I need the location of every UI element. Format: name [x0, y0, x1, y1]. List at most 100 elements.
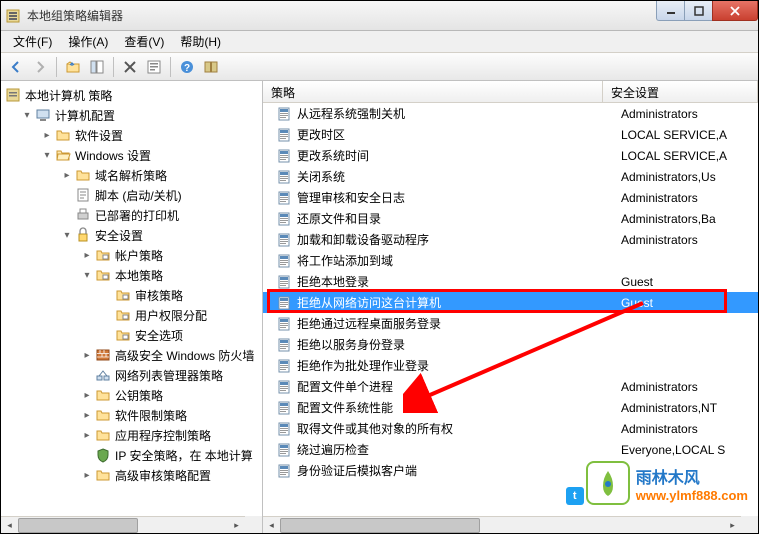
tree-label: 本地计算机 策略 — [25, 87, 112, 104]
expand-icon[interactable]: ▸ — [81, 470, 93, 481]
collapse-icon[interactable]: ▾ — [41, 150, 53, 161]
forward-button[interactable] — [29, 56, 51, 78]
tree-security-options[interactable]: 安全选项 — [1, 325, 262, 345]
properties-button[interactable] — [143, 56, 165, 78]
tree-label: 高级安全 Windows 防火墙 — [115, 347, 254, 364]
list-row[interactable]: 拒绝作为批处理作业登录 — [263, 355, 758, 376]
left-pane[interactable]: 本地计算机 策略 ▾ 计算机配置 ▸ 软件设置 ▾ Windows 设置 ▸ 域 — [1, 81, 263, 533]
policy-name: 还原文件和目录 — [297, 210, 613, 227]
expand-icon[interactable]: ▸ — [41, 130, 53, 141]
tree-computer-config[interactable]: ▾ 计算机配置 — [1, 105, 262, 125]
list-row[interactable]: 绕过遍历检查Everyone,LOCAL S — [263, 439, 758, 460]
tree-windows-settings[interactable]: ▾ Windows 设置 — [1, 145, 262, 165]
tree-network-list[interactable]: 网络列表管理器策略 — [1, 365, 262, 385]
delete-button[interactable] — [119, 56, 141, 78]
tree-app-control[interactable]: ▸ 应用程序控制策略 — [1, 425, 262, 445]
list-row[interactable]: 从远程系统强制关机Administrators — [263, 103, 758, 124]
policy-icon — [277, 442, 293, 458]
menu-view[interactable]: 查看(V) — [116, 31, 172, 52]
collapse-icon[interactable]: ▾ — [21, 110, 33, 121]
policy-name: 取得文件或其他对象的所有权 — [297, 420, 613, 437]
policy-name: 配置文件单个进程 — [297, 378, 613, 395]
expand-icon[interactable]: ▸ — [81, 410, 93, 421]
tree-label: 本地策略 — [115, 267, 163, 284]
list-row[interactable]: 拒绝本地登录Guest — [263, 271, 758, 292]
minimize-button[interactable] — [656, 1, 684, 21]
policy-name: 配置文件系统性能 — [297, 399, 613, 416]
collapse-icon[interactable]: ▾ — [61, 230, 73, 241]
tree-account-policies[interactable]: ▸ 帐户策略 — [1, 245, 262, 265]
policy-icon — [277, 316, 293, 332]
tree-software-restriction[interactable]: ▸ 软件限制策略 — [1, 405, 262, 425]
tree-advanced-firewall[interactable]: ▸ 高级安全 Windows 防火墙 — [1, 345, 262, 365]
expand-icon[interactable]: ▸ — [81, 350, 93, 361]
scroll-right-icon[interactable]: ▸ — [724, 517, 741, 534]
window-controls — [656, 1, 758, 21]
up-folder-button[interactable] — [62, 56, 84, 78]
column-setting[interactable]: 安全设置 — [603, 81, 758, 102]
expand-icon[interactable]: ▸ — [61, 170, 73, 181]
tree-software-settings[interactable]: ▸ 软件设置 — [1, 125, 262, 145]
scroll-right-icon[interactable]: ▸ — [228, 517, 245, 534]
list-row[interactable]: 还原文件和目录Administrators,Ba — [263, 208, 758, 229]
tree-security-settings[interactable]: ▾ 安全设置 — [1, 225, 262, 245]
folder-icon — [75, 167, 91, 183]
scrollbar-corner — [245, 516, 262, 533]
tree-root[interactable]: 本地计算机 策略 — [1, 85, 262, 105]
help-button[interactable]: ? — [176, 56, 198, 78]
scrollbar-thumb[interactable] — [280, 518, 480, 533]
policy-icon — [277, 400, 293, 416]
list-row[interactable]: 拒绝通过远程桌面服务登录 — [263, 313, 758, 334]
expand-icon[interactable]: ▸ — [81, 250, 93, 261]
column-policy[interactable]: 策略 — [263, 81, 603, 102]
expand-icon[interactable]: ▸ — [81, 430, 93, 441]
menu-action[interactable]: 操作(A) — [60, 31, 116, 52]
menu-file[interactable]: 文件(F) — [5, 31, 60, 52]
list-row[interactable]: 配置文件单个进程Administrators — [263, 376, 758, 397]
list-header: 策略 安全设置 — [263, 81, 758, 103]
list-row[interactable]: 取得文件或其他对象的所有权Administrators — [263, 418, 758, 439]
maximize-button[interactable] — [684, 1, 712, 21]
tree-scripts[interactable]: 脚本 (启动/关机) — [1, 185, 262, 205]
list-row[interactable]: 更改时区LOCAL SERVICE,A — [263, 124, 758, 145]
list-row[interactable]: 配置文件系统性能Administrators,NT — [263, 397, 758, 418]
list-row[interactable]: 管理审核和安全日志Administrators — [263, 187, 758, 208]
scrollbar-h-right[interactable]: ◂ ▸ — [263, 516, 741, 533]
collapse-icon[interactable]: ▾ — [81, 270, 93, 281]
close-button[interactable] — [712, 1, 758, 21]
list-row[interactable]: 加载和卸载设备驱动程序Administrators — [263, 229, 758, 250]
tree-public-key[interactable]: ▸ 公钥策略 — [1, 385, 262, 405]
list-row[interactable]: 将工作站添加到域 — [263, 250, 758, 271]
policy-icon — [277, 169, 293, 185]
folder-policy-icon — [115, 327, 131, 343]
tree-user-rights[interactable]: 用户权限分配 — [1, 305, 262, 325]
firewall-icon — [95, 347, 111, 363]
tree-label: 软件设置 — [75, 127, 123, 144]
spacer — [61, 210, 73, 221]
scrollbar-h-left[interactable]: ◂ ▸ — [1, 516, 245, 533]
list-row[interactable]: 身份验证后模拟客户端 — [263, 460, 758, 481]
scroll-left-icon[interactable]: ◂ — [263, 517, 280, 534]
list-row[interactable]: 更改系统时间LOCAL SERVICE,A — [263, 145, 758, 166]
right-pane[interactable]: 策略 安全设置 从远程系统强制关机Administrators更改时区LOCAL… — [263, 81, 758, 533]
spacer — [101, 290, 113, 301]
scroll-left-icon[interactable]: ◂ — [1, 517, 18, 534]
tree-local-policies[interactable]: ▾ 本地策略 — [1, 265, 262, 285]
tree-ip-security[interactable]: IP 安全策略，在 本地计算 — [1, 445, 262, 465]
tree-audit-policy[interactable]: 审核策略 — [1, 285, 262, 305]
list-row[interactable]: 拒绝以服务身份登录 — [263, 334, 758, 355]
extra-button[interactable] — [200, 56, 222, 78]
policy-setting: Administrators — [613, 191, 758, 205]
show-hide-tree-button[interactable] — [86, 56, 108, 78]
list-row[interactable]: 拒绝从网络访问这台计算机Guest — [263, 292, 758, 313]
tree-printers[interactable]: 已部署的打印机 — [1, 205, 262, 225]
tree-advanced-audit[interactable]: ▸ 高级审核策略配置 — [1, 465, 262, 485]
scrollbar-thumb[interactable] — [18, 518, 138, 533]
expand-icon[interactable]: ▸ — [81, 390, 93, 401]
tree-label: 安全设置 — [95, 227, 143, 244]
tree-name-resolution[interactable]: ▸ 域名解析策略 — [1, 165, 262, 185]
policy-name: 将工作站添加到域 — [297, 252, 613, 269]
list-row[interactable]: 关闭系统Administrators,Us — [263, 166, 758, 187]
menu-help[interactable]: 帮助(H) — [172, 31, 229, 52]
back-button[interactable] — [5, 56, 27, 78]
